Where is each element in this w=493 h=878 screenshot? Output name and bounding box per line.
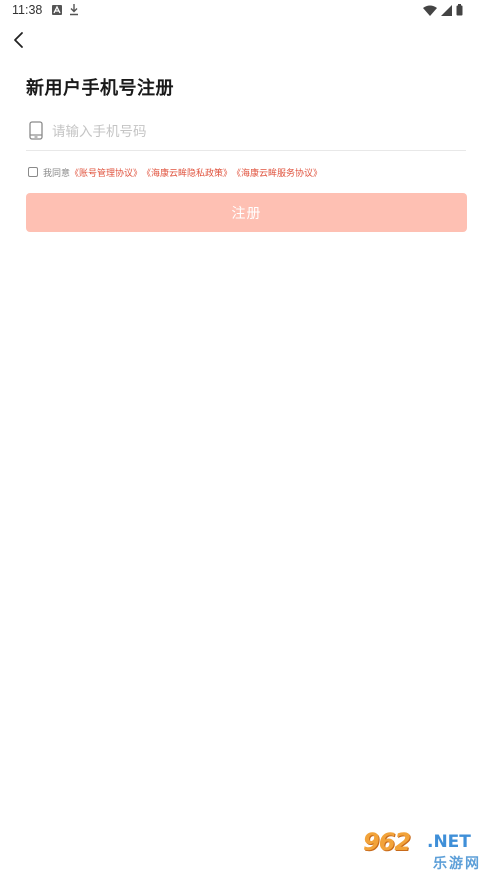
- chevron-left-icon: [14, 32, 23, 48]
- phone-number-input[interactable]: [52, 120, 452, 144]
- signal-icon: [441, 4, 452, 19]
- back-button[interactable]: [10, 29, 32, 51]
- service-agreement-link[interactable]: 《海康云眸服务协议》: [232, 166, 322, 179]
- status-bar: 11:38: [0, 0, 493, 22]
- agreement-row: 我同意 《账号管理协议》 《海康云眸隐私政策》 《海康云眸服务协议》: [28, 164, 322, 180]
- register-button[interactable]: 注册: [26, 193, 467, 232]
- watermark-cn: 乐游网: [433, 856, 481, 872]
- privacy-policy-link[interactable]: 《海康云眸隐私政策》: [142, 166, 232, 179]
- agreement-checkbox[interactable]: [28, 167, 38, 177]
- notification-a-icon: [52, 5, 62, 15]
- account-management-agreement-link[interactable]: 《账号管理协议》: [70, 166, 142, 179]
- watermark-logo: 962 .NET 乐游网: [355, 828, 487, 874]
- page-title: 新用户手机号注册: [26, 78, 174, 99]
- status-time: 11:38: [12, 3, 43, 17]
- wifi-icon: [423, 5, 437, 19]
- watermark-suffix: .NET: [427, 832, 471, 852]
- download-icon: [69, 3, 79, 19]
- phone-icon: [29, 121, 43, 144]
- battery-icon: [456, 4, 463, 19]
- agreement-prefix: 我同意: [43, 168, 71, 179]
- phone-input-row: [26, 116, 466, 151]
- watermark-number: 962: [363, 828, 411, 856]
